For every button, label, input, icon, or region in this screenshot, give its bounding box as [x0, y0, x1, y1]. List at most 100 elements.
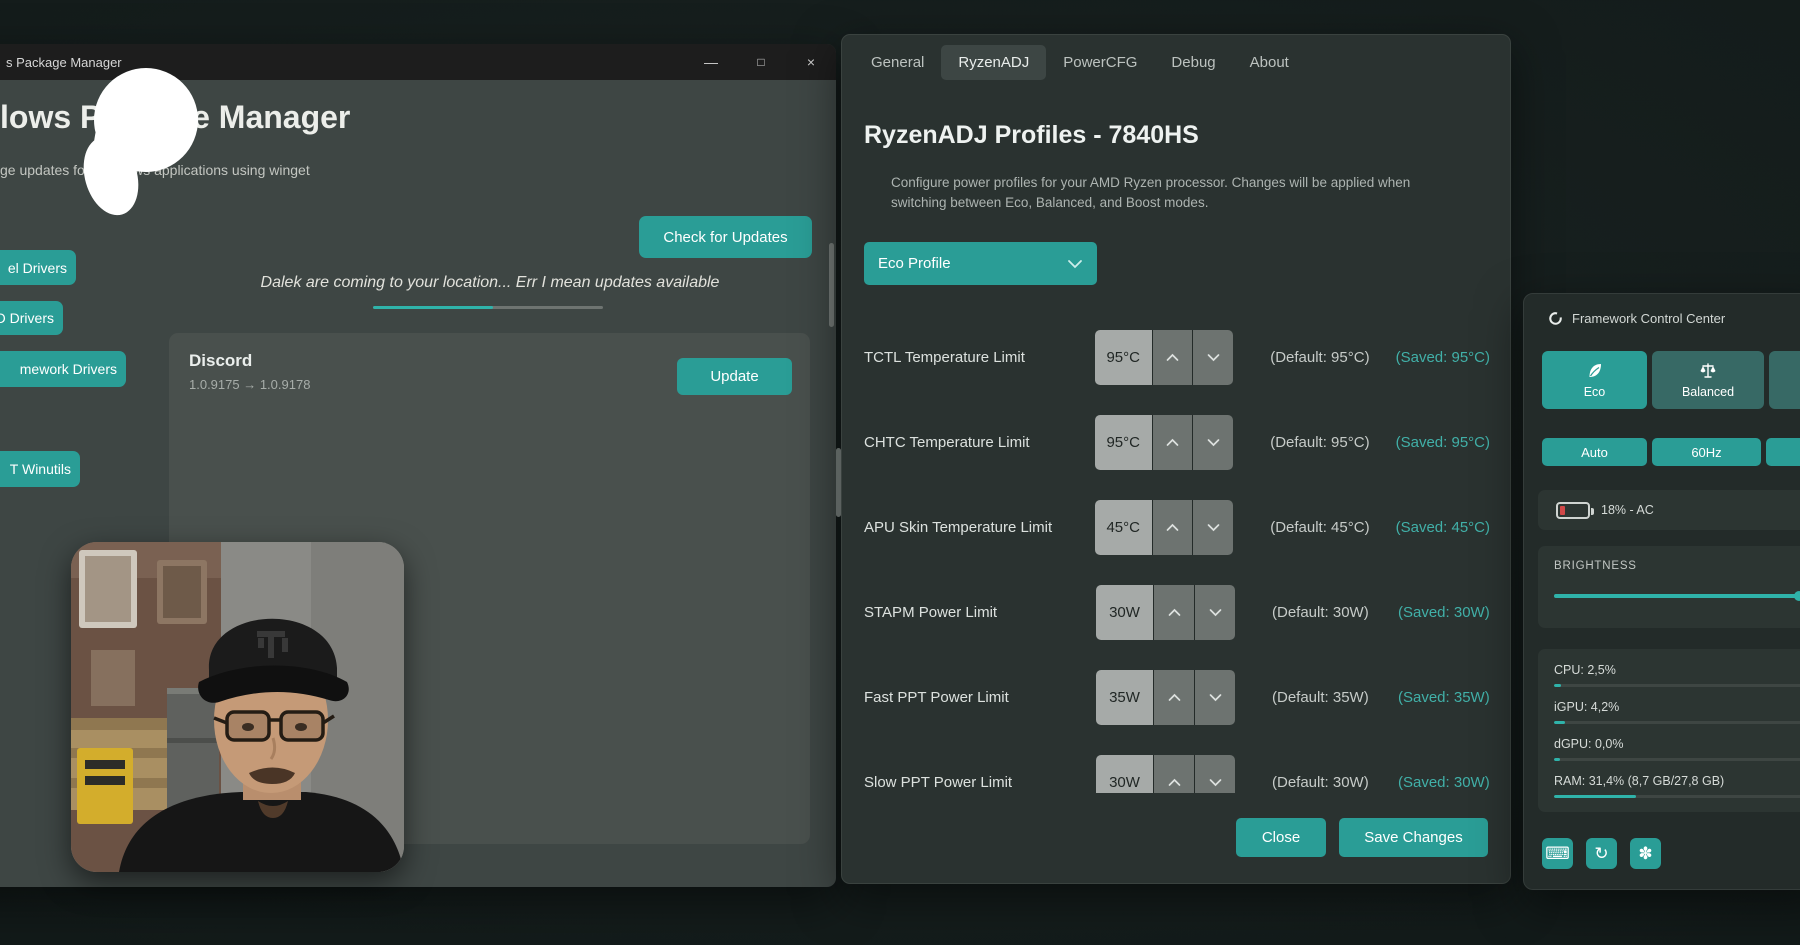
- stat-cpu: CPU: 2,5%: [1554, 661, 1800, 687]
- eco-mode-button[interactable]: Eco: [1542, 351, 1647, 409]
- value-spinner: 95°C: [1095, 415, 1233, 470]
- setting-row: STAPM Power Limit 30W (Default: 30W) (Sa…: [864, 570, 1490, 655]
- chevron-down-icon: [1209, 778, 1222, 787]
- refresh-60hz-button[interactable]: 60Hz: [1652, 438, 1761, 466]
- brightness-slider[interactable]: [1554, 594, 1800, 598]
- desktop: { "package_manager": { "window_title": "…: [0, 0, 1800, 945]
- refresh-button-partial[interactable]: [1766, 438, 1800, 466]
- tab-debug[interactable]: Debug: [1154, 45, 1232, 80]
- default-value: (Default: 30W): [1272, 604, 1390, 621]
- saved-value: (Saved: 35W): [1398, 689, 1490, 706]
- history-button[interactable]: ↻: [1586, 838, 1617, 869]
- stat-label: RAM: 31,4% (8,7 GB/27,8 GB): [1554, 774, 1724, 788]
- stat-dgpu: dGPU: 0,0%: [1554, 735, 1800, 761]
- fan-button[interactable]: ✽: [1630, 838, 1661, 869]
- default-value: (Default: 35W): [1272, 689, 1390, 706]
- profile-dropdown[interactable]: Eco Profile: [864, 242, 1097, 285]
- saved-value: (Saved: 45°C): [1396, 519, 1490, 536]
- profile-dropdown-value: Eco Profile: [878, 255, 951, 272]
- power-mode-buttons: Eco Balanced: [1542, 351, 1800, 409]
- setting-row: Slow PPT Power Limit 30W (Default: 30W) …: [864, 740, 1490, 793]
- update-button[interactable]: Update: [677, 358, 792, 395]
- framework-control-center: Framework Control Center Eco Balanced Au…: [1523, 293, 1800, 890]
- check-for-updates-button[interactable]: Check for Updates: [639, 216, 812, 258]
- brightness-section: BRIGHTNESS: [1538, 546, 1800, 628]
- value-spinner: 95°C: [1095, 330, 1233, 385]
- sidebar-button-framework-drivers[interactable]: mework Drivers: [0, 351, 126, 387]
- sidebar-button-winutils[interactable]: T Winutils: [0, 451, 80, 487]
- stat-bar: [1554, 721, 1800, 724]
- chevron-down-icon: [1209, 608, 1222, 617]
- decrement-button[interactable]: [1193, 415, 1233, 470]
- stat-label: iGPU: 4,2%: [1554, 700, 1619, 714]
- webcam-overlay: [71, 542, 404, 872]
- control-center-title: Framework Control Center: [1572, 311, 1725, 326]
- increment-button[interactable]: [1154, 755, 1194, 793]
- stat-bar: [1554, 758, 1800, 761]
- brightness-slider-thumb[interactable]: [1794, 591, 1800, 601]
- decrement-button[interactable]: [1195, 755, 1235, 793]
- stat-bar: [1554, 684, 1800, 687]
- increment-button[interactable]: [1153, 500, 1193, 555]
- update-progress-fill: [373, 306, 493, 309]
- sidebar-button-amd-drivers[interactable]: D Drivers: [0, 301, 63, 335]
- value-spinner: 30W: [1096, 755, 1235, 793]
- tab-bar: General RyzenADJ PowerCFG Debug About: [854, 45, 1306, 80]
- setting-row: CHTC Temperature Limit 95°C (Default: 95…: [864, 400, 1490, 485]
- minimize-button[interactable]: —: [686, 44, 736, 80]
- system-stats: CPU: 2,5% iGPU: 4,2% dGPU: 0,0% RAM: 31,…: [1538, 649, 1800, 812]
- spinner-value: 95°C: [1095, 330, 1152, 385]
- sidebar-button-intel-drivers[interactable]: el Drivers: [0, 250, 76, 285]
- saved-value: (Saved: 30W): [1398, 774, 1490, 791]
- refresh-rate-buttons: Auto 60Hz: [1542, 438, 1800, 466]
- decrement-button[interactable]: [1195, 670, 1235, 725]
- keyboard-icon: ⌨: [1545, 845, 1570, 862]
- spinner-value: 45°C: [1095, 500, 1152, 555]
- value-spinner: 30W: [1096, 585, 1235, 640]
- default-value: (Default: 45°C): [1270, 519, 1387, 536]
- chevron-up-icon: [1168, 693, 1181, 702]
- default-value: (Default: 95°C): [1270, 349, 1387, 366]
- tab-ryzenadj[interactable]: RyzenADJ: [941, 45, 1046, 80]
- decrement-button[interactable]: [1195, 585, 1235, 640]
- update-progress-bar: [373, 306, 603, 309]
- save-changes-button[interactable]: Save Changes: [1339, 818, 1488, 857]
- history-icon: ↻: [1594, 845, 1608, 862]
- increment-button[interactable]: [1154, 670, 1194, 725]
- chevron-up-icon: [1168, 778, 1181, 787]
- chevron-up-icon: [1166, 438, 1179, 447]
- setting-row: APU Skin Temperature Limit 45°C (Default…: [864, 485, 1490, 570]
- scrollbar-thumb[interactable]: [836, 448, 841, 517]
- close-button[interactable]: ×: [786, 44, 836, 80]
- close-dialog-button[interactable]: Close: [1236, 818, 1326, 857]
- tab-powercfg[interactable]: PowerCFG: [1046, 45, 1154, 80]
- tab-general[interactable]: General: [854, 45, 941, 80]
- setting-label: TCTL Temperature Limit: [864, 349, 1095, 366]
- increment-button[interactable]: [1153, 415, 1193, 470]
- default-value: (Default: 95°C): [1270, 434, 1387, 451]
- spinner-value: 30W: [1096, 585, 1153, 640]
- balanced-mode-button[interactable]: Balanced: [1652, 351, 1764, 409]
- tab-about[interactable]: About: [1233, 45, 1306, 80]
- chevron-up-icon: [1166, 353, 1179, 362]
- brightness-label: BRIGHTNESS: [1554, 560, 1637, 572]
- battery-status: 18% - AC: [1538, 490, 1800, 530]
- keyboard-button[interactable]: ⌨: [1542, 838, 1573, 869]
- stat-bar: [1554, 795, 1800, 798]
- maximize-button[interactable]: □: [736, 44, 786, 80]
- chevron-down-icon: [1207, 438, 1220, 447]
- battery-icon: [1556, 502, 1590, 519]
- chevron-down-icon: [1207, 353, 1220, 362]
- control-center-header: Framework Control Center: [1548, 311, 1725, 326]
- mode-button-partial[interactable]: [1769, 351, 1800, 409]
- increment-button[interactable]: [1154, 585, 1194, 640]
- increment-button[interactable]: [1153, 330, 1193, 385]
- decrement-button[interactable]: [1193, 330, 1233, 385]
- decrement-button[interactable]: [1193, 500, 1233, 555]
- scrollbar-thumb[interactable]: [829, 243, 834, 327]
- setting-row: TCTL Temperature Limit 95°C (Default: 95…: [864, 315, 1490, 400]
- settings-list: TCTL Temperature Limit 95°C (Default: 95…: [864, 315, 1490, 793]
- saved-value: (Saved: 30W): [1398, 604, 1490, 621]
- control-center-toolbar: ⌨ ↻ ✽: [1542, 838, 1661, 869]
- refresh-auto-button[interactable]: Auto: [1542, 438, 1647, 466]
